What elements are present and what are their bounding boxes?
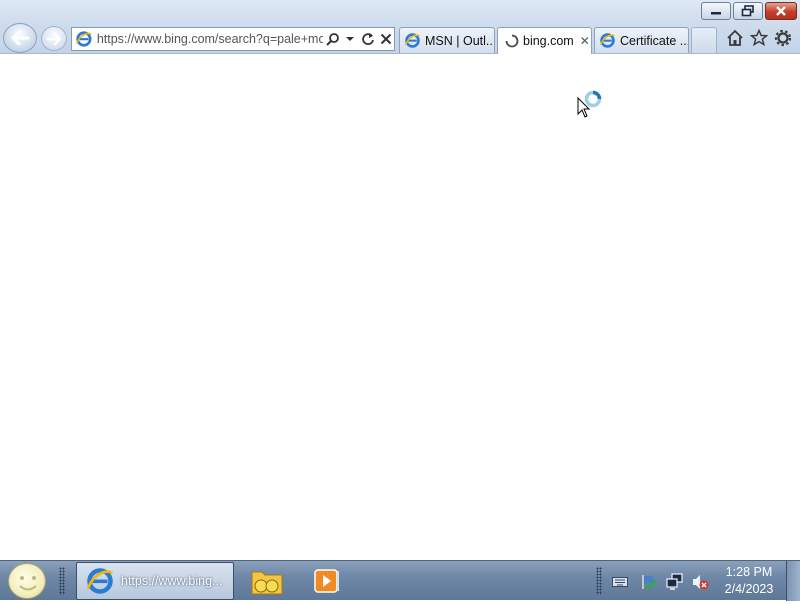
- loading-spinner-icon: [505, 34, 519, 48]
- stop-button[interactable]: [378, 31, 394, 47]
- tab-msn[interactable]: MSN | Outl...: [399, 27, 495, 53]
- taskbar-clock[interactable]: 1:28 PM 2/4/2023: [716, 565, 782, 597]
- forward-arrow-icon: [46, 32, 62, 45]
- media-player-icon[interactable]: [313, 567, 341, 595]
- tab-bing[interactable]: bing.com ✕: [497, 27, 592, 54]
- stop-icon: [380, 33, 392, 45]
- favorites-button[interactable]: [748, 27, 770, 49]
- new-tab-button[interactable]: [691, 27, 717, 53]
- tab-close-button[interactable]: ✕: [580, 34, 590, 48]
- chevron-down-icon: [346, 37, 355, 41]
- minimize-icon: [711, 12, 721, 15]
- tab-label: Certificate ...: [620, 33, 688, 48]
- ie-icon: [404, 33, 420, 48]
- taskbar-grip[interactable]: [596, 567, 602, 595]
- flag-check-icon: [642, 575, 657, 590]
- refresh-button[interactable]: [360, 31, 376, 47]
- address-url[interactable]: https://www.bing.com/search?q=pale+mo: [97, 32, 323, 46]
- tab-label: MSN | Outl...: [425, 33, 494, 48]
- taskbar-grip[interactable]: [59, 567, 65, 595]
- ie-icon: [86, 568, 114, 594]
- address-bar[interactable]: https://www.bing.com/search?q=pale+mo: [71, 27, 395, 51]
- start-button[interactable]: [8, 563, 46, 599]
- star-icon: [750, 29, 768, 47]
- taskbar: https://www.bing... 1:28 PM 2/4/2023: [0, 560, 800, 601]
- search-icon: [325, 33, 339, 46]
- back-button[interactable]: [3, 23, 37, 53]
- page-content: [0, 55, 800, 560]
- tray-keyboard[interactable]: [611, 573, 629, 591]
- show-desktop-button[interactable]: [786, 561, 800, 601]
- busy-indicator-icon: [584, 90, 602, 108]
- tools-button[interactable]: [772, 27, 794, 49]
- ie-icon: [76, 31, 92, 47]
- close-button[interactable]: [765, 2, 797, 20]
- tray-network[interactable]: [666, 573, 684, 591]
- tab-certificate[interactable]: Certificate ...: [594, 27, 689, 53]
- taskbar-ie-label: https://www.bing...: [121, 574, 223, 588]
- gear-icon: [774, 29, 792, 47]
- dropdown-button[interactable]: [342, 31, 358, 47]
- minimize-button[interactable]: [701, 2, 731, 20]
- ie-icon: [599, 33, 615, 48]
- back-arrow-icon: [11, 30, 30, 46]
- tray-action-center[interactable]: [640, 573, 658, 591]
- browser-chrome: https://www.bing.com/search?q=pale+mo MS…: [0, 0, 800, 54]
- volume-muted-icon: [693, 575, 709, 590]
- close-icon: [776, 6, 786, 16]
- clock-date: 2/4/2023: [724, 582, 774, 596]
- home-button[interactable]: [724, 27, 746, 49]
- smiley-icon: [19, 576, 37, 591]
- tray-volume[interactable]: [691, 573, 709, 591]
- keyboard-icon: [612, 577, 628, 587]
- folder-icon[interactable]: [250, 566, 284, 596]
- forward-button[interactable]: [41, 26, 67, 51]
- browser-window: https://www.bing.com/search?q=pale+mo MS…: [0, 0, 800, 560]
- search-button[interactable]: [325, 31, 341, 47]
- clock-time: 1:28 PM: [725, 565, 773, 579]
- restore-icon: [741, 5, 754, 17]
- refresh-icon: [362, 33, 375, 45]
- tab-label: bing.com: [523, 34, 574, 48]
- network-icon: [666, 573, 683, 590]
- taskbar-ie-button[interactable]: https://www.bing...: [76, 562, 234, 600]
- home-icon: [727, 29, 743, 46]
- restore-button[interactable]: [733, 2, 763, 20]
